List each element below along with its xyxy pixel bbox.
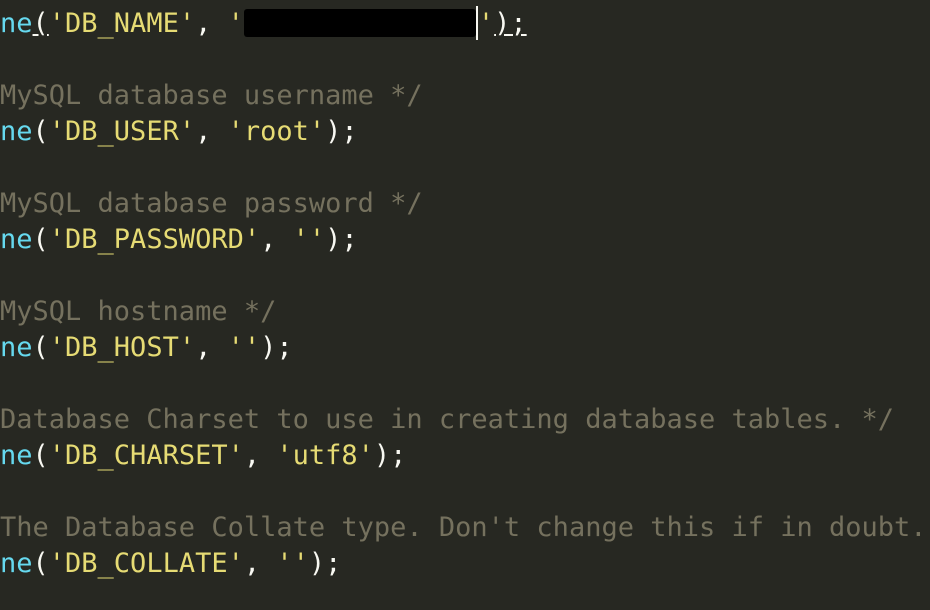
- db-password-value: '': [292, 224, 326, 255]
- db-charset-key: 'DB_CHARSET': [48, 440, 244, 471]
- code-line-db-name[interactable]: ne('DB_NAME', ' ');: [0, 5, 527, 42]
- db-name-value-close-quote: ': [477, 8, 495, 39]
- code-editor[interactable]: ne('DB_NAME', ' '); MySQL database userna…: [0, 0, 930, 610]
- code-line-db-collate[interactable]: ne('DB_COLLATE', '');: [0, 546, 341, 582]
- code-line-db-password[interactable]: ne('DB_PASSWORD', '');: [0, 222, 358, 258]
- db-charset-value: 'utf8': [276, 440, 374, 471]
- open-paren: (: [32, 224, 49, 255]
- comma: ,: [243, 548, 277, 579]
- db-name-value-open-quote: ': [227, 8, 244, 39]
- define-fragment: ne: [0, 440, 33, 471]
- close-paren: );: [325, 116, 358, 147]
- comma: ,: [195, 116, 228, 147]
- comment-db-password[interactable]: MySQL database password */: [0, 186, 423, 222]
- code-line-db-charset[interactable]: ne('DB_CHARSET', 'utf8');: [0, 438, 406, 474]
- define-fragment: ne: [0, 332, 33, 363]
- open-paren: (: [32, 116, 49, 147]
- define-fragment: ne: [0, 224, 33, 255]
- code-line-db-host[interactable]: ne('DB_HOST', '');: [0, 330, 293, 366]
- close-paren: );: [494, 8, 527, 39]
- comma: ,: [260, 224, 293, 255]
- db-password-key: 'DB_PASSWORD': [48, 224, 261, 255]
- close-paren: );: [308, 548, 342, 579]
- db-user-key: 'DB_USER': [48, 116, 196, 147]
- close-paren: );: [325, 224, 358, 255]
- db-collate-value: '': [276, 548, 309, 579]
- db-host-value: '': [227, 332, 261, 363]
- open-paren: (: [32, 548, 49, 579]
- comment-db-collate[interactable]: The Database Collate type. Don't change …: [0, 510, 927, 546]
- close-paren: );: [373, 440, 407, 471]
- open-paren: (: [32, 8, 49, 39]
- define-fragment: ne: [0, 8, 33, 39]
- redacted-value: [243, 8, 476, 37]
- comma: ,: [195, 8, 228, 39]
- db-name-key: 'DB_NAME': [48, 8, 196, 39]
- define-fragment: ne: [0, 548, 33, 579]
- close-paren: );: [260, 332, 293, 363]
- code-line-db-user[interactable]: ne('DB_USER', 'root');: [0, 114, 358, 150]
- db-user-value: 'root': [227, 116, 326, 147]
- open-paren: (: [32, 332, 49, 363]
- open-paren: (: [32, 440, 49, 471]
- comment-db-host[interactable]: MySQL hostname */: [0, 294, 276, 330]
- db-collate-key: 'DB_COLLATE': [48, 548, 244, 579]
- comma: ,: [243, 440, 277, 471]
- define-fragment: ne: [0, 116, 33, 147]
- comma: ,: [195, 332, 228, 363]
- db-host-key: 'DB_HOST': [48, 332, 196, 363]
- comment-db-user[interactable]: MySQL database username */: [0, 78, 423, 114]
- comment-db-charset[interactable]: Database Charset to use in creating data…: [0, 402, 894, 438]
